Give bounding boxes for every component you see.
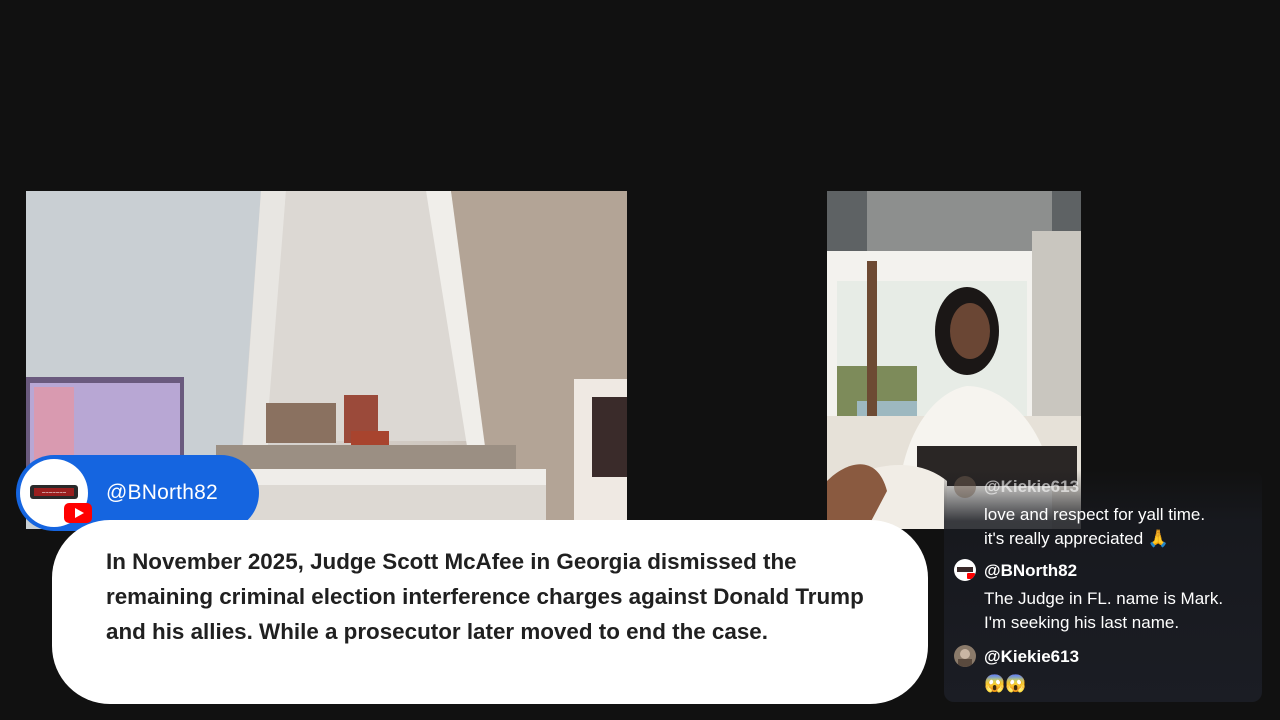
chat-username: @Kiekie613	[984, 647, 1080, 666]
chat-username: @Kiekie613	[984, 477, 1080, 496]
live-chat[interactable]: @Kiekie613 love and respect for yall tim…	[944, 470, 1262, 702]
user-avatar	[954, 645, 976, 667]
chat-text: love and respect for yall time.	[984, 505, 1206, 524]
user-avatar	[954, 476, 976, 498]
chat-text: The Judge in FL. name is Mark.	[984, 589, 1224, 608]
chat-message: @Kiekie613 love and respect for yall tim…	[944, 474, 1262, 554]
user-avatar	[954, 559, 976, 581]
caption-text: In November 2025, Judge Scott McAfee in …	[106, 549, 864, 644]
youtube-icon	[64, 503, 92, 523]
chat-message: @Kiekie613 😱😱	[944, 644, 1262, 700]
chat-message: @BNorth82 The Judge in FL. name is Mark.…	[944, 558, 1262, 638]
chat-text: I'm seeking his last name.	[984, 613, 1180, 632]
chat-username: @BNorth82	[984, 561, 1078, 580]
chat-text: it's really appreciated 🙏	[984, 529, 1170, 548]
chat-text: 😱😱	[984, 674, 1027, 693]
caption-bubble: In November 2025, Judge Scott McAfee in …	[52, 520, 928, 704]
svg-text:~~~~~~~: ~~~~~~~	[42, 491, 67, 497]
host-username: @BNorth82	[106, 481, 218, 504]
